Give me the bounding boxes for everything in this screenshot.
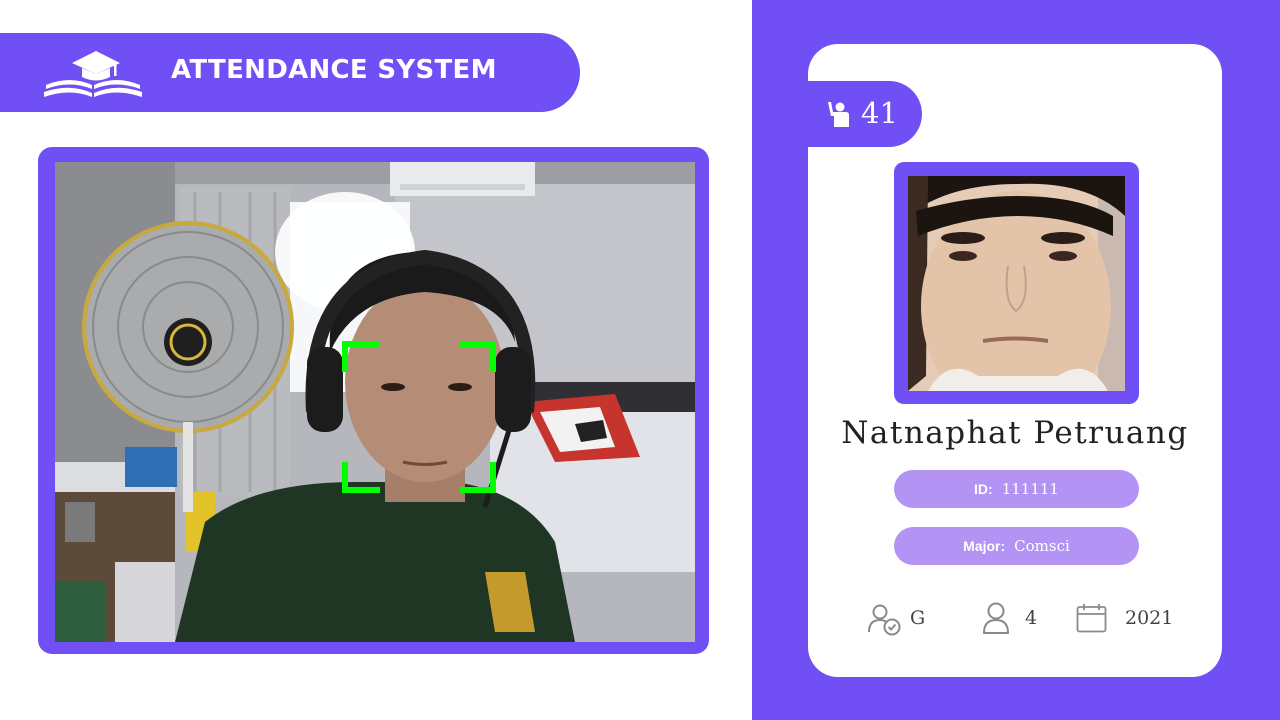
student-photo <box>908 176 1125 391</box>
total-attendance-value: 41 <box>861 96 898 130</box>
user-check-icon <box>868 604 901 636</box>
student-id-pill: ID: 111111 <box>894 470 1139 508</box>
app-title: ATTENDANCE SYSTEM <box>171 55 497 85</box>
student-id-value: 111111 <box>1001 480 1059 498</box>
starting-year-value: 2021 <box>1125 607 1174 629</box>
student-major-label: Major: <box>963 538 1006 554</box>
student-major-pill: Major: Comsci <box>894 527 1139 565</box>
user-icon <box>982 602 1010 634</box>
student-raise-hand-icon <box>828 102 849 127</box>
graduation-book-icon <box>44 51 142 97</box>
year-value: 4 <box>1025 607 1038 629</box>
standing-value: G <box>910 607 926 629</box>
webcam-feed <box>55 162 695 642</box>
student-major-value: Comsci <box>1014 537 1070 555</box>
student-id-label: ID: <box>974 481 993 497</box>
calendar-icon <box>1076 604 1107 633</box>
student-name: Natnaphat Petruang <box>841 415 1189 451</box>
